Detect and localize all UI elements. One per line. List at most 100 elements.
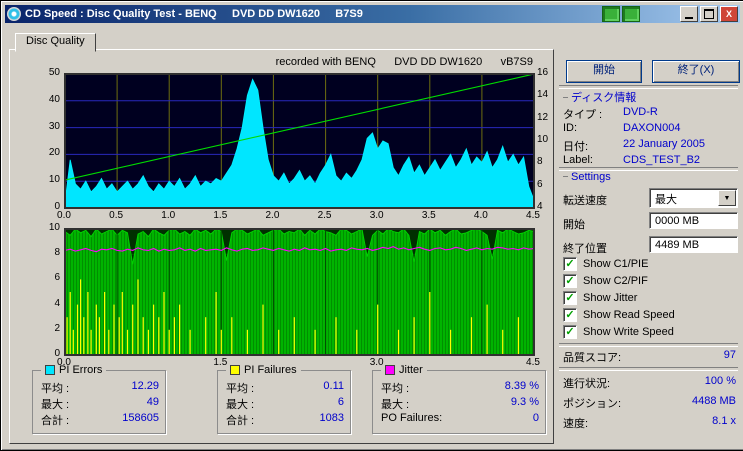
legend-pi-errors: PI Errors 平均 :12.29 最大 :49 合計 :158605 [32,364,166,434]
speed-value: 8.1 x [712,415,736,427]
check-icon: ✓ [565,274,575,287]
checkbox-show-write-speed[interactable]: ✓ [563,325,577,339]
legend-row-value: 8.39 % [504,380,539,392]
pif-jitter-chart [64,228,535,356]
legend-title: Jitter [399,364,423,376]
checkbox-label: Show Read Speed [583,309,675,321]
position-row: ポジション: 4488 MB [563,395,736,410]
checkbox-show-jitter[interactable]: ✓ [563,291,577,305]
legend-row-label: 合計 : [41,415,70,427]
axis-tick-label: 4.0 [473,210,488,221]
checkbox-label: Show C1/PIE [583,258,649,270]
tab-disc-quality[interactable]: Disc Quality [15,33,96,52]
settings-header: Settings [563,171,611,183]
legend-row-label: 平均 : [41,383,70,395]
legend-row-value: 0 [532,412,539,424]
field-label: 日付: [563,141,589,153]
field-label: Label: [563,154,593,166]
minimize-button[interactable] [680,6,698,22]
pi-errors-chart [64,73,535,209]
axis-tick-label: 1.5 [213,357,228,368]
quality-score-label: 品質スコア: [563,352,622,364]
axis-tick-label: 4.5 [526,210,540,221]
check-icon: ✓ [565,257,575,270]
checkbox-show-c2-pif[interactable]: ✓ [563,274,577,288]
chevron-down-icon[interactable]: ▼ [718,190,736,206]
end-position-label: 終了位置 [563,243,607,255]
minimize-icon [685,10,693,19]
axis-tick-label: 6 [537,178,543,190]
chart-panel: recorded with BENQ DVD DD DW1620 vB7S9 P… [9,49,554,444]
window-title: CD Speed : Disc Quality Test - BENQ DVD … [25,8,363,20]
legend-row-label: 最大 : [381,399,410,411]
axis-tick-label: 2.5 [317,210,332,221]
axis-tick-label: 50 [48,67,60,78]
disc-info-row-id: ID: DAXON004 [563,122,738,135]
exit-button[interactable]: 終了(X) [652,60,740,83]
legend-row: 最大 : 49 [41,396,159,411]
titlebar-icon-button-2[interactable] [622,6,640,22]
legend-row-label: 最大 : [41,399,70,411]
disc-info-row-label: Label: CDS_TEST_B2 [563,154,738,167]
checkbox-label: Show C2/PIF [583,275,648,287]
axis-tick-label: 0.0 [57,210,71,221]
disc-info-row-date: 日付: 22 January 2005 [563,138,738,153]
quality-score-row: 品質スコア: 97 [563,349,736,364]
field-value: CDS_TEST_B2 [623,154,701,166]
legend-row: 合計 : 158605 [41,412,159,427]
position-value: 4488 MB [691,395,736,407]
position-label: ポジション: [563,398,622,410]
legend-row-label: PO Failures: [381,412,443,424]
maximize-button[interactable] [700,6,718,22]
titlebar-icon-button-1[interactable] [602,6,620,22]
transfer-speed-label: 転送速度 [563,195,607,207]
legend-row-label: 合計 : [226,415,255,427]
close-button[interactable]: X [720,6,738,22]
progress-value: 100 % [704,375,736,387]
axis-tick-label: 0.0 [57,357,71,368]
legend-row: 平均 : 0.11 [226,380,344,395]
axis-tick-label: 3.0 [369,210,384,221]
legend-row: 合計 : 1083 [226,412,344,427]
field-label: ID: [563,122,578,134]
legend-row: PO Failures: 0 [381,412,539,426]
legend-row: 平均 : 12.29 [41,380,159,395]
end-position-field[interactable]: 4489 MB [649,236,738,253]
legend-row-value: 158605 [122,412,159,424]
disc-info-row-type: タイプ : DVD-R [563,106,738,121]
axis-tick-label: 6 [54,272,60,284]
checkbox-row-show-read-speed: ✓ Show Read Speed [563,308,675,322]
legend-pi-failures: PI Failures 平均 : 0.11 最大 : 6 合計 : 1083 [217,364,351,434]
axis-tick-label: 8 [54,247,60,259]
control-panel: 開始 終了(X) ディスク情報 Settings 転送速度 最大 ▼ 開始 00… [555,27,740,446]
start-button[interactable]: 開始 [566,60,642,83]
axis-tick-label: 16 [537,67,549,78]
axis-tick-label: 1.0 [161,210,176,221]
progress-label: 進行状況: [563,378,611,390]
transfer-speed-select[interactable]: 最大 ▼ [649,188,738,208]
legend-title: PI Failures [244,364,297,376]
axis-tick-label: 3.5 [421,210,436,221]
start-position-field[interactable]: 0000 MB [649,212,738,229]
check-icon: ✓ [565,325,575,338]
checkbox-show-c1-pie[interactable]: ✓ [563,257,577,271]
checkbox-show-read-speed[interactable]: ✓ [563,308,577,322]
legend-row-value: 49 [146,396,159,408]
checkbox-row-show-jitter: ✓ Show Jitter [563,291,637,305]
field-label: タイプ : [563,109,603,121]
checkbox-row-show-write-speed: ✓ Show Write Speed [563,325,674,339]
checkbox-label: Show Write Speed [583,326,674,338]
axis-tick-label: 2.0 [265,210,280,221]
app-icon [7,7,21,21]
maximize-icon [704,9,714,19]
titlebar[interactable]: CD Speed : Disc Quality Test - BENQ DVD … [5,5,740,23]
legend-jitter: Jitter 平均 : 8.39 % 最大 : 9.3 % PO Failures: 0 [372,364,546,434]
field-value: 22 January 2005 [623,138,705,150]
quality-score-value: 97 [723,349,736,361]
legend-row: 最大 : 9.3 % [381,396,539,411]
checkbox-row-show-c2-pif: ✓ Show C2/PIF [563,274,648,288]
legend-row-label: 平均 : [381,383,410,395]
axis-tick-label: 8 [537,156,543,168]
start-position-label: 開始 [563,219,585,231]
legend-row-value: 1083 [319,412,344,424]
